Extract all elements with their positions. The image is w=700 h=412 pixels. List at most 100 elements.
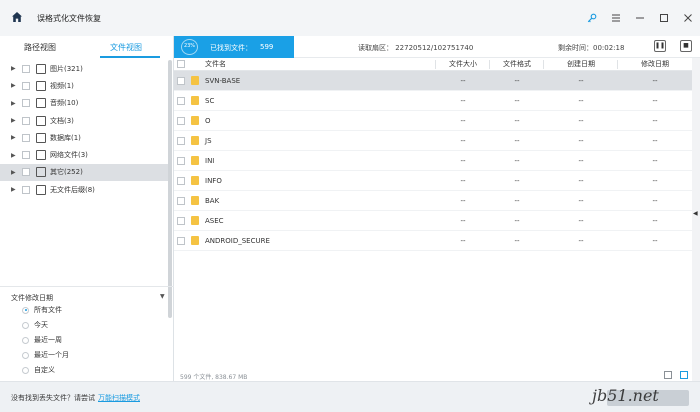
folder-icon (191, 96, 199, 105)
found-label: 已找到文件： (210, 44, 252, 52)
view-tabs: 路径视图 文件视图 (0, 36, 174, 58)
chevron-right-icon[interactable]: ▶ (11, 100, 16, 107)
collapse-arrow-icon[interactable]: ◀ (693, 210, 698, 217)
row-checkbox[interactable] (177, 111, 185, 130)
row-checkbox[interactable] (177, 131, 185, 150)
chevron-down-icon[interactable]: ▼ (160, 293, 165, 300)
cell-created: -- (578, 216, 584, 225)
minimize-icon[interactable] (628, 0, 652, 36)
row-checkbox[interactable] (177, 231, 185, 250)
folder-icon (191, 76, 199, 85)
table-scrollbar[interactable] (692, 58, 700, 381)
tree-item[interactable]: ▶ 网络文件(3) (0, 146, 168, 163)
chevron-right-icon[interactable]: ▶ (11, 186, 16, 193)
key-icon[interactable] (580, 0, 604, 36)
header-modified[interactable]: 修改日期 (618, 58, 692, 70)
row-checkbox[interactable] (177, 171, 185, 190)
folder-icon (191, 216, 199, 225)
tab-file-view[interactable]: 文件视图 (110, 42, 142, 53)
folder-icon (191, 116, 199, 125)
chevron-right-icon[interactable]: ▶ (11, 65, 16, 72)
table-row[interactable]: INI -- -- -- -- (174, 151, 692, 171)
tree-scrollbar[interactable] (168, 60, 172, 318)
radio-button[interactable] (22, 321, 29, 329)
list-view-icon[interactable] (680, 371, 688, 379)
deep-scan-link[interactable]: 万能扫描模式 (98, 394, 140, 402)
row-checkbox[interactable] (177, 71, 185, 90)
date-filter-option[interactable]: 自定义 (22, 363, 55, 377)
home-icon[interactable] (11, 11, 23, 23)
pause-button[interactable]: ❚❚ (654, 40, 666, 52)
tree-item-label: 网络文件(3) (50, 151, 88, 160)
app-title: 误格式化文件恢复 (37, 14, 101, 23)
radio-label: 今天 (34, 321, 48, 329)
date-filter-option[interactable]: 所有文件 (22, 303, 62, 317)
select-all-checkbox[interactable] (177, 58, 185, 70)
table-row[interactable]: SVN-BASE -- -- -- -- (174, 71, 692, 91)
date-filter-option[interactable]: 今天 (22, 318, 48, 332)
tree-item[interactable]: ▶ 文档(3) (0, 112, 168, 129)
radio-button[interactable] (22, 351, 29, 359)
tree-checkbox[interactable] (22, 64, 30, 73)
row-checkbox[interactable] (177, 211, 185, 230)
chevron-right-icon[interactable]: ▶ (11, 152, 16, 159)
date-filter-option[interactable]: 最近一周 (22, 333, 62, 347)
header-size[interactable]: 文件大小 (436, 58, 490, 70)
table-row[interactable]: O -- -- -- -- (174, 111, 692, 131)
row-checkbox[interactable] (177, 91, 185, 110)
header-name[interactable]: 文件名 (205, 58, 226, 70)
tree-item[interactable]: ▶ 视频(1) (0, 77, 168, 94)
tree-checkbox[interactable] (22, 185, 30, 194)
radio-button[interactable] (22, 336, 29, 344)
cell-name: ASEC (205, 216, 224, 225)
tree-item[interactable]: ▶ 其它(252) (0, 163, 168, 182)
found-files-box: 23% 已找到文件： 599 (174, 36, 294, 58)
document-icon (36, 115, 46, 126)
video-icon (36, 80, 46, 91)
chevron-right-icon[interactable]: ▶ (11, 82, 16, 89)
tree-checkbox[interactable] (22, 151, 30, 160)
tree-checkbox[interactable] (22, 81, 30, 90)
table-row[interactable]: JS -- -- -- -- (174, 131, 692, 151)
stop-button[interactable]: ■ (680, 40, 692, 52)
cell-size: -- (460, 236, 466, 245)
date-filter-option[interactable]: 最近一个月 (22, 348, 69, 362)
chevron-right-icon[interactable]: ▶ (11, 169, 16, 176)
database-icon (36, 132, 46, 143)
cell-size: -- (460, 176, 466, 185)
cell-type: -- (514, 156, 520, 165)
tree-checkbox[interactable] (22, 133, 30, 142)
tree-checkbox[interactable] (22, 99, 30, 108)
tree-item[interactable]: ▶ 数据库(1) (0, 129, 168, 146)
table-row[interactable]: SC -- -- -- -- (174, 91, 692, 111)
tree-checkbox[interactable] (22, 116, 30, 125)
cell-size: -- (460, 96, 466, 105)
grid-view-icon[interactable] (664, 371, 672, 379)
close-icon[interactable] (676, 0, 700, 36)
header-type[interactable]: 文件格式 (490, 58, 544, 70)
tree-item[interactable]: ▶ 音频(10) (0, 95, 168, 112)
tree-checkbox[interactable] (22, 168, 30, 177)
window-controls (580, 0, 700, 36)
tab-path-view[interactable]: 路径视图 (24, 42, 56, 53)
radio-button[interactable] (22, 306, 29, 314)
header-created[interactable]: 创建日期 (544, 58, 618, 70)
cell-size: -- (460, 76, 466, 85)
row-checkbox[interactable] (177, 191, 185, 210)
folder-icon (191, 236, 199, 245)
maximize-icon[interactable] (652, 0, 676, 36)
radio-button[interactable] (22, 366, 29, 374)
table-row[interactable]: ANDROID_SECURE -- -- -- -- (174, 231, 692, 251)
table-row[interactable]: ASEC -- -- -- -- (174, 211, 692, 231)
cell-size: -- (460, 156, 466, 165)
cell-modified: -- (652, 216, 658, 225)
chevron-right-icon[interactable]: ▶ (11, 134, 16, 141)
table-row[interactable]: INFO -- -- -- -- (174, 171, 692, 191)
tree-item[interactable]: ▶ 图片(321) (0, 60, 168, 77)
cell-type: -- (514, 236, 520, 245)
menu-icon[interactable] (604, 0, 628, 36)
row-checkbox[interactable] (177, 151, 185, 170)
tree-item[interactable]: ▶ 无文件后缀(8) (0, 181, 168, 198)
table-row[interactable]: BAK -- -- -- -- (174, 191, 692, 211)
chevron-right-icon[interactable]: ▶ (11, 117, 16, 124)
